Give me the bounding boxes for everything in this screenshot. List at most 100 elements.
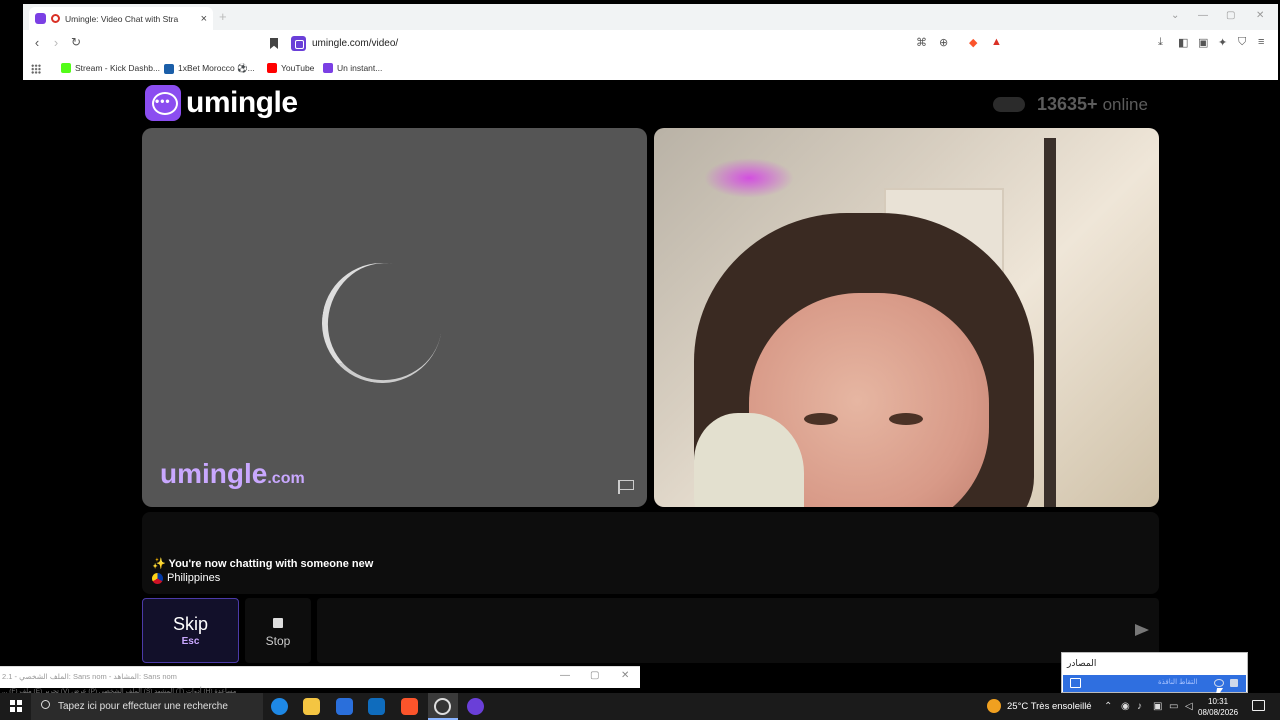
discord-icon[interactable] (467, 698, 484, 715)
wallet-icon[interactable]: ▣ (1198, 36, 1208, 49)
tab-title: Umingle: Video Chat with Stra (65, 13, 179, 24)
skip-button[interactable]: Skip Esc (142, 598, 239, 663)
chat-country: Philippines (152, 572, 220, 584)
video-background (1044, 138, 1056, 507)
search-icon (41, 700, 50, 709)
obs-icon (434, 698, 451, 715)
umingle-page: umingle 13635+ online umingle .com (23, 80, 1278, 668)
clock-date: 08/08/2026 (1198, 708, 1239, 717)
weather-text[interactable]: 25°C Très ensoleillé (1007, 701, 1092, 712)
edge-icon[interactable] (271, 698, 288, 715)
tray-chevron-up-icon[interactable]: ⌃ (1104, 701, 1112, 712)
bookmark-label: 1xBet Morocco ⚽... (178, 63, 255, 73)
close-window-icon[interactable]: ✕ (1256, 10, 1264, 21)
kick-icon (61, 63, 71, 73)
stop-button[interactable]: Stop (245, 598, 311, 663)
windows-start-icon[interactable] (10, 700, 22, 712)
site-video-icon[interactable] (291, 36, 306, 51)
chevron-down-icon[interactable]: ⌄ (1171, 10, 1179, 21)
bookmark-icon[interactable] (270, 38, 278, 49)
tab-strip: Umingle: Video Chat with Stra × + ⌄ — ▢ … (23, 4, 1278, 30)
forward-icon[interactable]: › (47, 35, 65, 50)
browser-window: Umingle: Video Chat with Stra × + ⌄ — ▢ … (23, 4, 1278, 80)
minimize-icon[interactable]: — (1198, 10, 1208, 21)
microsoft-store-icon[interactable] (336, 698, 353, 715)
skip-shortcut: Esc (181, 636, 200, 647)
taskbar-search[interactable]: Tapez ici pour effectuer une recherche (31, 693, 263, 720)
microphone-icon[interactable]: ♪ (1137, 701, 1142, 712)
online-counter: 13635+ online (993, 94, 1148, 115)
vpn-icon[interactable]: ⛉ (1238, 36, 1246, 49)
close-window-icon[interactable]: ✕ (621, 670, 629, 681)
1xbet-icon (164, 63, 174, 74)
video-person (804, 413, 838, 425)
brave-rewards-icon[interactable]: ▲ (991, 36, 1002, 48)
system-clock[interactable]: 10:31 08/08/2026 (1198, 696, 1238, 718)
tab-close-icon[interactable]: × (201, 13, 207, 25)
obs-window-titlebar[interactable]: 2.1 - الملف الشخصي: Sans nom - المشاهد: … (0, 666, 640, 688)
notification-icon[interactable] (1252, 700, 1265, 711)
bookmark-kick[interactable]: Stream - Kick Dashb... (61, 63, 160, 73)
umingle-favicon-icon (323, 63, 333, 73)
menu-icon[interactable]: ≡ (1258, 36, 1264, 48)
online-label: online (1102, 94, 1148, 114)
umingle-favicon-icon (35, 13, 46, 24)
volume-icon[interactable]: ◁ (1185, 701, 1193, 712)
country-name: Philippines (167, 572, 221, 584)
maximize-icon[interactable]: ▢ (590, 670, 599, 681)
download-icon[interactable]: ⤓ (1158, 36, 1163, 49)
source-item-label: التقاط النافذة (1158, 679, 1198, 686)
bookmark-label: Stream - Kick Dashb... (75, 63, 161, 73)
bookmark-youtube[interactable]: YouTube (267, 63, 314, 73)
remote-video-panel (654, 128, 1159, 507)
back-icon[interactable]: ‹ (28, 35, 46, 50)
recording-icon (51, 14, 60, 23)
screen: Umingle: Video Chat with Stra × + ⌄ — ▢ … (0, 0, 1280, 720)
minimize-icon[interactable]: — (560, 670, 570, 681)
watermark-suffix: .com (267, 470, 305, 487)
search-placeholder: Tapez ici pour effectuer une recherche (58, 701, 228, 712)
site-logo[interactable]: umingle (145, 85, 298, 121)
sidebar-icon[interactable]: ◧ (1178, 36, 1188, 49)
sources-popup: المصادر التقاط النافذة (1061, 652, 1248, 693)
bookmark-1xbet[interactable]: 1xBet Morocco ⚽... (164, 63, 255, 74)
clock-time: 10:31 (1208, 697, 1229, 706)
new-tab-button[interactable]: + (219, 9, 227, 24)
zoom-icon[interactable]: ⊕ (939, 36, 948, 49)
video-background (704, 158, 794, 198)
online-count: 13635+ (1037, 94, 1098, 114)
translate-icon[interactable]: ⌘ (916, 36, 927, 49)
bookmark-un-instant[interactable]: Un instant... (323, 63, 382, 73)
chat-status-message: ✨ You're now chatting with someone new (152, 558, 374, 570)
send-icon[interactable] (1135, 624, 1149, 636)
bookmarks-bar: Stream - Kick Dashb... 1xBet Morocco ⚽..… (23, 58, 1278, 80)
brave-icon[interactable] (401, 698, 418, 715)
obs-window-title: 2.1 - الملف الشخصي: Sans nom - المشاهد: … (2, 672, 177, 681)
leo-ai-icon[interactable]: ✦ (1218, 36, 1227, 49)
address-bar[interactable]: umingle.com/video/ (312, 38, 398, 49)
video-person (889, 413, 923, 425)
report-flag-icon[interactable] (618, 480, 634, 494)
mail-icon[interactable] (368, 698, 385, 715)
visibility-eye-icon[interactable] (1214, 679, 1224, 687)
windows-taskbar: Tapez ici pour effectuer une recherche 2… (0, 693, 1280, 720)
brave-shield-icon[interactable]: ◆ (969, 36, 977, 49)
weather-sun-icon[interactable] (987, 699, 1001, 713)
apps-grid-icon[interactable] (31, 64, 41, 74)
loading-spinner-icon (312, 253, 452, 393)
tab-umingle[interactable]: Umingle: Video Chat with Stra × (29, 7, 213, 30)
tray-app-icon[interactable]: ◉ (1121, 701, 1130, 712)
obs-taskbar-button[interactable] (428, 693, 458, 720)
bookmark-label: YouTube (281, 63, 315, 73)
sources-title: المصادر (1067, 658, 1097, 668)
skip-label: Skip (172, 614, 208, 634)
youtube-icon (267, 63, 277, 73)
tray-display-icon[interactable]: ▣ (1153, 701, 1162, 712)
reload-icon[interactable]: ↻ (67, 35, 85, 49)
message-input[interactable] (317, 598, 1159, 663)
network-icon[interactable]: ▭ (1169, 701, 1178, 712)
maximize-icon[interactable]: ▢ (1226, 10, 1235, 21)
file-explorer-icon[interactable] (303, 698, 320, 715)
chat-log: ✨ You're now chatting with someone new P… (142, 512, 1159, 594)
lock-icon[interactable] (1230, 679, 1238, 687)
